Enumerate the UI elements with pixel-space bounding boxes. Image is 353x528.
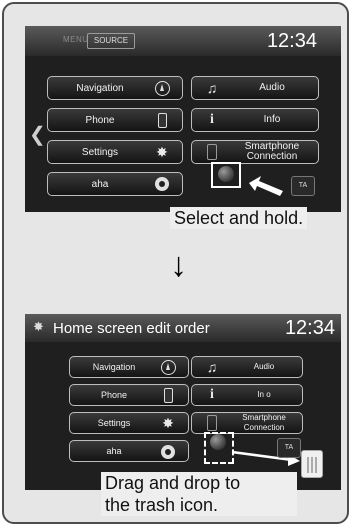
source-button[interactable]: SOURCE xyxy=(87,33,135,49)
home-screen: MENU SOURCE 12:34 ❮ Navigation Phone Set… xyxy=(25,26,341,212)
gear-icon: ✸ xyxy=(162,414,174,431)
caption-line: Drag and drop to xyxy=(105,473,241,493)
button-label: Smartphone Connection xyxy=(244,141,300,162)
edit-order-screen: ✸ Home screen edit order 12:34 Navigatio… xyxy=(25,314,341,490)
music-note-icon: ♫ xyxy=(206,359,218,375)
ta-button[interactable]: TA xyxy=(277,438,301,458)
navigation-icon xyxy=(154,80,170,96)
caption-select-hold: Select and hold. xyxy=(170,207,308,229)
info-button[interactable]: i Info xyxy=(191,108,319,132)
page-left-arrow-icon[interactable]: ❮ xyxy=(29,122,46,147)
pointer-arrow-icon xyxy=(249,176,283,196)
info-icon: i xyxy=(210,112,214,127)
clock: 12:34 xyxy=(266,30,317,52)
button-label: Navigation xyxy=(92,362,136,372)
dragged-app-icon[interactable] xyxy=(210,434,226,450)
smartphone-icon xyxy=(204,415,220,431)
button-label: Smartphone Connection xyxy=(242,413,286,432)
page-title: Home screen edit order xyxy=(53,320,210,337)
phone-icon xyxy=(154,112,170,128)
caption-drag-drop: Drag and drop to the trash icon. xyxy=(101,472,297,516)
navigation-button[interactable]: Navigation xyxy=(47,76,183,100)
phone-button[interactable]: Phone xyxy=(69,384,189,406)
aha-button[interactable]: aha xyxy=(69,440,189,462)
aha-button[interactable]: aha xyxy=(47,172,183,196)
button-label: Audio xyxy=(259,82,285,93)
navigation-icon xyxy=(160,359,176,375)
button-label: Phone xyxy=(85,114,115,126)
button-label: Settings xyxy=(81,146,119,158)
top-bar: ✸ Home screen edit order 12:34 xyxy=(25,314,341,342)
smartphone-connection-button[interactable]: Smartphone Connection xyxy=(191,140,319,164)
music-note-icon: ♫ xyxy=(206,80,218,96)
button-label: Audio xyxy=(253,362,275,371)
menu-label[interactable]: MENU xyxy=(63,35,89,44)
button-label: Phone xyxy=(100,390,128,400)
settings-button[interactable]: Settings ✸ xyxy=(69,412,189,434)
caption-line: the trash icon. xyxy=(105,495,219,515)
button-label: aha xyxy=(106,446,122,456)
button-label: Info xyxy=(263,114,281,125)
button-label: Settings xyxy=(97,418,131,428)
button-label: Navigation xyxy=(76,82,124,94)
settings-button[interactable]: Settings ✸ xyxy=(47,140,183,164)
aha-icon xyxy=(160,444,176,460)
audio-button[interactable]: ♫ Audio xyxy=(191,76,319,100)
button-label: aha xyxy=(91,178,109,190)
navigation-button[interactable]: Navigation xyxy=(69,356,189,378)
audio-button[interactable]: ♫ Audio xyxy=(191,356,303,378)
phone-button[interactable]: Phone xyxy=(47,108,183,132)
phone-icon xyxy=(160,387,176,403)
smartphone-connection-button[interactable]: Smartphone Connection xyxy=(191,412,303,434)
button-label: In o xyxy=(257,390,271,399)
aha-icon xyxy=(154,176,170,192)
selection-highlight xyxy=(211,162,241,188)
trash-icon[interactable] xyxy=(301,450,323,478)
top-bar: MENU SOURCE 12:34 xyxy=(25,26,341,56)
clock: 12:34 xyxy=(284,317,335,339)
ta-button[interactable]: TA xyxy=(291,176,315,196)
gear-icon: ✸ xyxy=(156,143,168,160)
down-arrow-icon: ↓ xyxy=(170,246,187,284)
info-icon: i xyxy=(210,387,214,402)
settings-gear-icon: ✸ xyxy=(33,319,44,334)
smartphone-icon xyxy=(204,144,220,160)
info-button[interactable]: i In o xyxy=(191,384,303,406)
